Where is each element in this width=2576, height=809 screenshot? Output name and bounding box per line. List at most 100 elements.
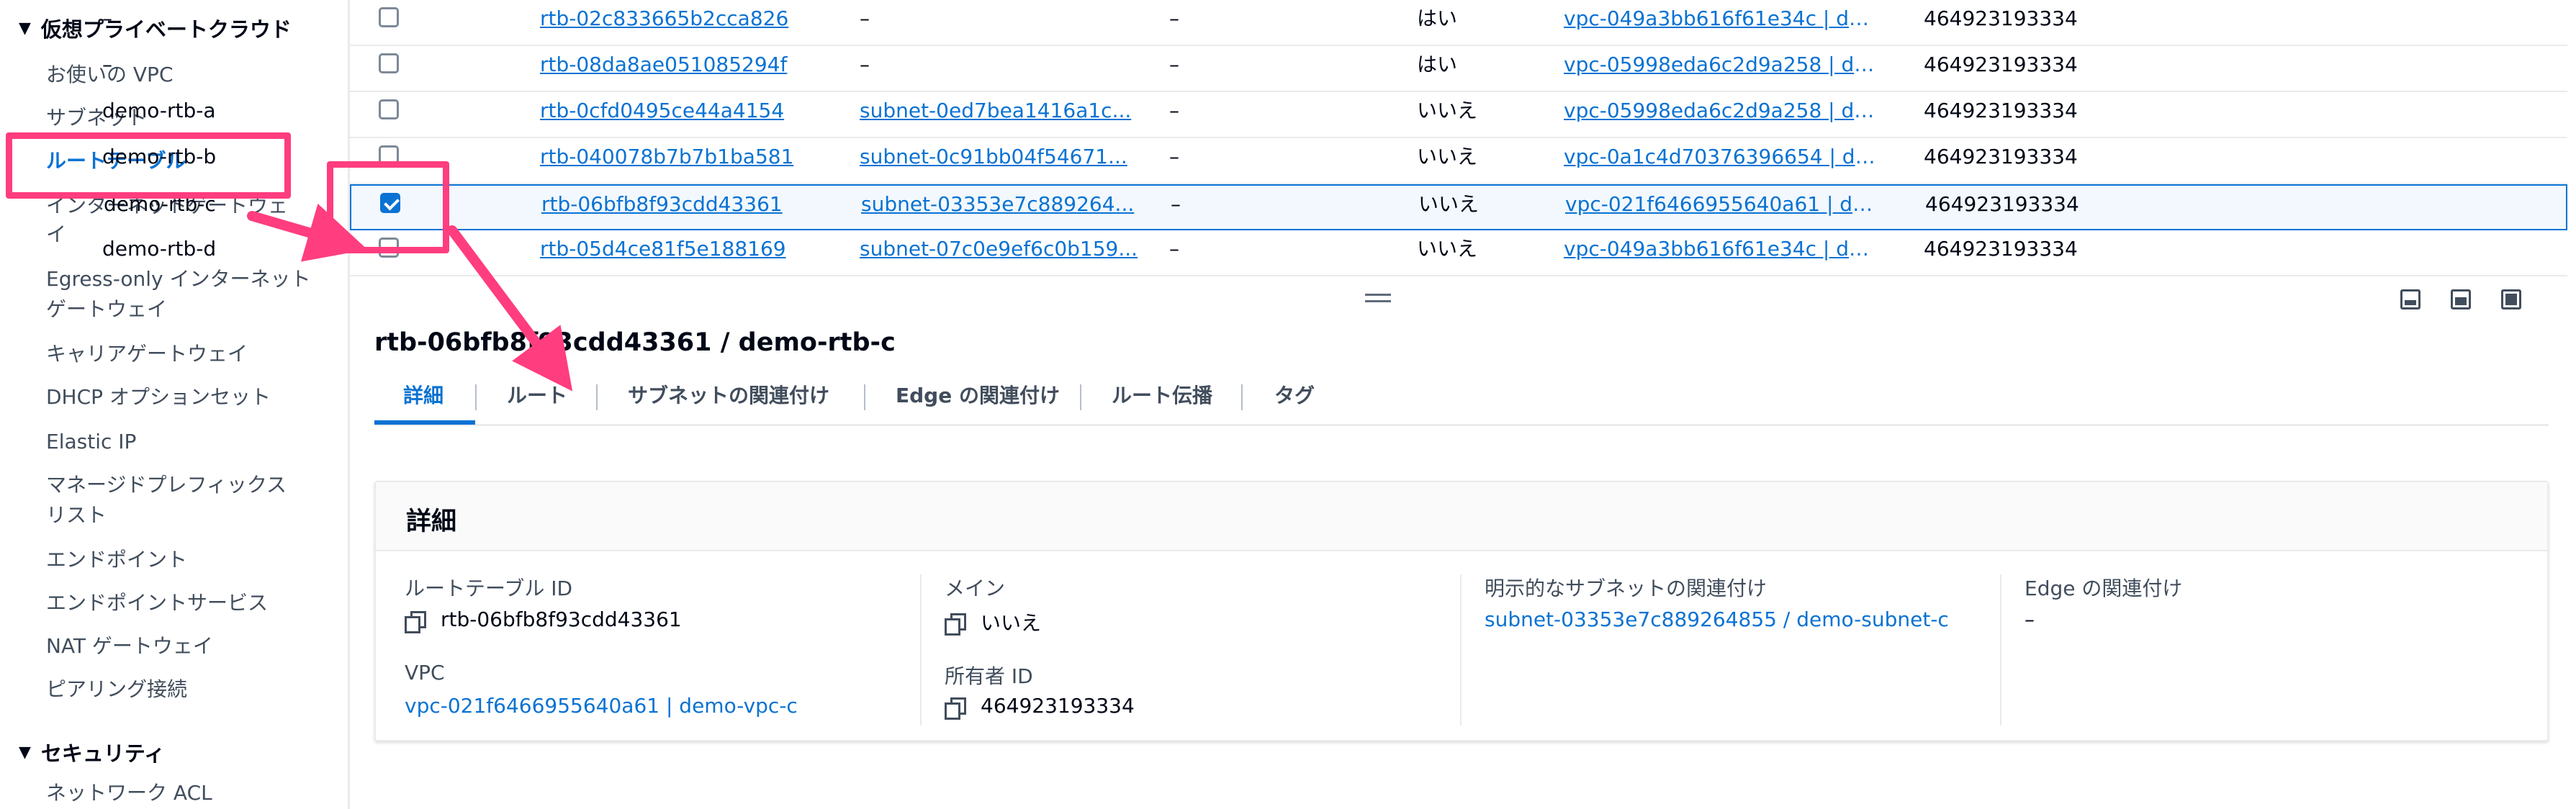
cell-vpc[interactable]: vpc-021f6466955640a61 | dem...	[1565, 186, 1882, 232]
tab-details[interactable]: 詳細	[403, 380, 443, 412]
cell-vpc[interactable]: vpc-05998eda6c2d9a258 | dem...	[1564, 92, 1881, 138]
cell-main: いいえ	[1417, 145, 1478, 168]
sidebar-section-security[interactable]: ▼ セキュリティ	[19, 737, 165, 767]
sidebar-item-endpoints[interactable]: エンドポイント	[46, 544, 187, 576]
vpc-label: VPC	[405, 661, 445, 684]
owner-id-label: 所有者 ID	[945, 664, 1033, 688]
caret-down-icon: ▼	[19, 19, 31, 37]
table-row[interactable]: demo-rtb-a rtb-0cfd0495ce44a4154 subnet-0e…	[102, 92, 2567, 138]
sidebar-item-internet-gateways-cont[interactable]: イ	[46, 219, 66, 250]
cell-explicit-subnet[interactable]: subnet-0ed7bea1416a1c...	[860, 92, 1162, 138]
sidebar-section-label: セキュリティ	[40, 741, 166, 766]
cell-main: はい	[1417, 6, 1458, 30]
cell-edge-association: –	[1169, 6, 1179, 30]
sidebar-item-endpoint-services[interactable]: エンドポイントサービス	[46, 587, 268, 619]
detail-tabs: 詳細 ルート サブネットの関連付け Edge の関連付け ルート伝播 タグ	[374, 374, 2549, 426]
sidebar-item-dhcp-options[interactable]: DHCP オプションセット	[46, 381, 271, 413]
cell-owner-id: 464923193334	[1924, 145, 2078, 168]
route-table-id-label: ルートテーブル ID	[405, 577, 573, 600]
panel-hide-icon[interactable]	[2501, 289, 2521, 309]
sidebar-item-peering-connections[interactable]: ピアリング接続	[46, 674, 187, 705]
cell-owner-id: 464923193334	[1924, 53, 2078, 76]
cell-name: demo-rtb-a	[102, 99, 216, 122]
cell-vpc[interactable]: vpc-049a3bb616f61e34c | dem...	[1564, 0, 1881, 46]
cell-route-table-id[interactable]: rtb-02c833665b2cca826	[540, 0, 842, 46]
split-panel-drag-handle[interactable]	[1365, 294, 1391, 302]
cell-explicit-subnet[interactable]: subnet-03353e7c889264...	[861, 186, 1163, 232]
tab-routes[interactable]: ルート	[507, 380, 567, 412]
sidebar-item-managed-prefix-lists[interactable]: マネージドプレフィックス	[46, 469, 287, 501]
cell-edge-association: –	[1169, 145, 1179, 168]
cell-vpc[interactable]: vpc-049a3bb616f61e34c | dem...	[1564, 230, 1881, 276]
cell-owner-id: 464923193334	[1924, 237, 2078, 261]
owner-id-value: 464923193334	[945, 694, 1135, 720]
column-divider	[1460, 574, 1462, 726]
row-checkbox[interactable]	[379, 53, 399, 73]
cell-vpc[interactable]: vpc-0a1c4d70376396654 | dem...	[1564, 138, 1881, 184]
cell-route-table-id[interactable]: rtb-040078b7b7b1ba581	[540, 138, 842, 184]
main-label: メイン	[945, 577, 1006, 600]
sidebar-item-egress-only-igw-cont[interactable]: ゲートウェイ	[46, 294, 167, 325]
panel-side-icon[interactable]	[2451, 289, 2471, 309]
details-card: 詳細 ルートテーブル ID rtb-06bfb8f93cdd43361 VPC …	[374, 481, 2549, 741]
edge-associations-value: –	[2025, 607, 2035, 631]
sidebar-item-elastic-ip[interactable]: Elastic IP	[46, 426, 136, 458]
tab-active-indicator	[374, 420, 475, 425]
panel-bottom-icon[interactable]	[2400, 289, 2420, 309]
cell-main: いいえ	[1417, 237, 1478, 261]
details-card-header: 詳細	[376, 482, 2547, 551]
sidebar-item-carrier-gateways[interactable]: キャリアゲートウェイ	[46, 338, 248, 370]
cell-owner-id: 464923193334	[1924, 99, 2078, 122]
cell-name: –	[102, 6, 112, 30]
cell-main: はい	[1417, 53, 1458, 76]
cell-owner-id: 464923193334	[1924, 6, 2078, 30]
sidebar-item-network-acls[interactable]: ネットワーク ACL	[46, 777, 212, 809]
column-divider	[920, 574, 922, 726]
tab-separator	[1241, 384, 1243, 410]
tab-separator	[475, 384, 477, 410]
table-row[interactable]: demo-rtb-d rtb-05d4ce81f5e188169 subnet-07…	[102, 230, 2567, 276]
console-page: ▼ 仮想プライベートクラウド お使いの VPC サブネット ルートテーブル イン…	[0, 0, 2576, 809]
cell-name: demo-rtb-d	[102, 237, 217, 261]
route-table-id-value: rtb-06bfb8f93cdd43361	[405, 607, 682, 633]
cell-explicit-subnet[interactable]: subnet-07c0e9ef6c0b159...	[860, 230, 1162, 276]
column-divider	[2000, 574, 2001, 726]
annotation-box-route-tables	[6, 132, 291, 199]
cell-main: いいえ	[1418, 192, 1480, 216]
tab-route-propagation[interactable]: ルート伝播	[1112, 380, 1212, 412]
details-card-title: 詳細	[406, 507, 457, 536]
table-row[interactable]: demo-rtb-b rtb-040078b7b7b1ba581 subnet-0c…	[102, 138, 2567, 184]
cell-route-table-id[interactable]: rtb-05d4ce81f5e188169	[540, 230, 842, 276]
cell-name: –	[102, 53, 112, 76]
cell-explicit-subnet: –	[860, 53, 870, 76]
copy-icon[interactable]	[405, 610, 426, 633]
row-checkbox[interactable]	[379, 99, 399, 119]
cell-route-table-id[interactable]: rtb-08da8ae051085294f	[540, 46, 842, 92]
tab-edge-associations[interactable]: Edge の関連付け	[896, 380, 1060, 412]
cell-edge-association: –	[1169, 237, 1179, 261]
tab-subnet-associations[interactable]: サブネットの関連付け	[628, 380, 829, 412]
row-checkbox[interactable]	[379, 7, 399, 27]
cell-edge-association: –	[1169, 53, 1179, 76]
cell-route-table-id[interactable]: rtb-06bfb8f93cdd43361	[541, 186, 844, 232]
explicit-subnet-association-link[interactable]: subnet-03353e7c889264855 / demo-subnet-c	[1485, 607, 1949, 631]
copy-icon[interactable]	[945, 697, 966, 720]
table-row[interactable]: – rtb-08da8ae051085294f – – はい vpc-05998eda6c…	[102, 46, 2567, 92]
table-row[interactable]: – rtb-02c833665b2cca826– – はい vpc-049a3bb616…	[102, 0, 2567, 46]
route-table-list: – rtb-02c833665b2cca826– – はい vpc-049a3bb616…	[102, 0, 2576, 276]
cell-route-table-id[interactable]: rtb-0cfd0495ce44a4154	[540, 92, 842, 138]
main-value: いいえ	[945, 607, 1041, 636]
cell-edge-association: –	[1169, 99, 1179, 122]
tab-separator	[864, 384, 865, 410]
edge-associations-label: Edge の関連付け	[2025, 577, 2183, 600]
sidebar-item-nat-gateways[interactable]: NAT ゲートウェイ	[46, 631, 213, 662]
sidebar-item-managed-prefix-lists-cont[interactable]: リスト	[46, 500, 107, 531]
copy-icon[interactable]	[945, 613, 966, 636]
cell-explicit-subnet: –	[860, 6, 870, 30]
cell-explicit-subnet[interactable]: subnet-0c91bb04f54671...	[860, 138, 1162, 184]
vpc-link[interactable]: vpc-021f6466955640a61 | demo-vpc-c	[405, 694, 798, 718]
cell-vpc[interactable]: vpc-05998eda6c2d9a258 | dem...	[1564, 46, 1881, 92]
table-row[interactable]: demo-rtb-c rtb-06bfb8f93cdd43361 subnet-03…	[104, 184, 2567, 232]
tab-tags[interactable]: タグ	[1274, 380, 1315, 412]
caret-down-icon: ▼	[19, 743, 31, 761]
